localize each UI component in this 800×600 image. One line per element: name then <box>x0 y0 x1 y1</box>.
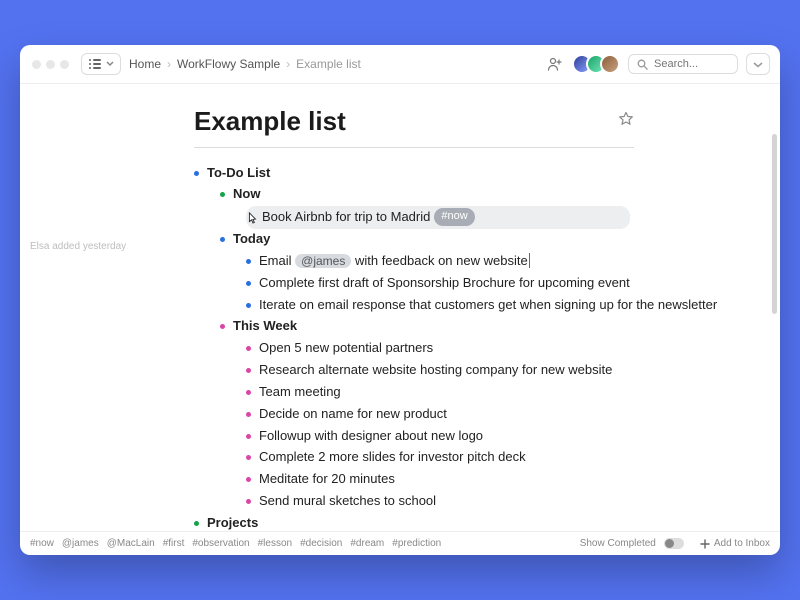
list-icon <box>88 58 102 70</box>
tag-link[interactable]: #dream <box>350 538 384 549</box>
outline-node[interactable]: This Week <box>220 316 780 338</box>
bullet-icon[interactable] <box>246 499 251 504</box>
tag-link[interactable]: #prediction <box>392 538 441 549</box>
breadcrumb-current: Example list <box>296 57 361 71</box>
node-text[interactable]: This Week <box>233 317 297 336</box>
inline-tag[interactable]: #now <box>434 208 474 226</box>
show-completed-label: Show Completed <box>580 538 656 549</box>
bullet-icon[interactable] <box>246 455 251 460</box>
chevron-right-icon: › <box>167 57 171 71</box>
outline-node[interactable]: Team meeting <box>246 381 780 403</box>
node-text[interactable]: Research alternate website hosting compa… <box>259 361 612 380</box>
page-title[interactable]: Example list <box>194 106 618 137</box>
node-text[interactable]: Now <box>233 185 260 204</box>
mention[interactable]: @james <box>295 254 351 268</box>
add-person-button[interactable] <box>546 55 564 73</box>
bullet-icon[interactable] <box>246 477 251 482</box>
outline-node[interactable]: To-Do List <box>194 162 780 184</box>
bullet-icon[interactable] <box>246 434 251 439</box>
avatar[interactable] <box>600 54 620 74</box>
star-icon <box>618 111 634 127</box>
tag-link[interactable]: @james <box>62 538 99 549</box>
presence-avatars[interactable] <box>572 54 620 74</box>
outline-node[interactable]: Complete 2 more slides for investor pitc… <box>246 447 780 469</box>
node-text[interactable]: Iterate on email response that customers… <box>259 296 717 315</box>
document-body: Example list Elsa added yesterday To-Do … <box>20 84 780 531</box>
outline-node[interactable]: Today <box>220 229 780 251</box>
add-to-inbox-button[interactable]: Add to Inbox <box>700 538 770 549</box>
outline-node[interactable]: Open 5 new potential partners <box>246 338 780 360</box>
plus-icon <box>700 539 710 549</box>
outline-node[interactable]: Iterate on email response that customers… <box>246 294 780 316</box>
bottom-bar: #now @james @MacLain #first #observation… <box>20 531 780 555</box>
bullet-icon[interactable] <box>246 368 251 373</box>
node-text[interactable]: Team meeting <box>259 383 341 402</box>
bullet-icon[interactable] <box>246 281 251 286</box>
tag-link[interactable]: #decision <box>300 538 342 549</box>
outline-node[interactable]: Meditate for 20 minutes <box>246 469 780 491</box>
bullet-icon[interactable] <box>246 346 251 351</box>
bullet-icon[interactable] <box>220 237 225 242</box>
node-text[interactable]: Today <box>233 230 270 249</box>
search-icon <box>637 59 648 70</box>
app-window: Home › WorkFlowy Sample › Example list <box>20 45 780 555</box>
traffic-close[interactable] <box>32 60 41 69</box>
tag-link[interactable]: #now <box>30 538 54 549</box>
bullet-icon[interactable] <box>246 303 251 308</box>
view-mode-button[interactable] <box>81 53 121 75</box>
show-completed-toggle[interactable] <box>664 538 684 549</box>
outline-node[interactable]: Now <box>220 184 780 206</box>
tag-link[interactable]: #first <box>163 538 185 549</box>
outline-node[interactable]: Projects <box>194 513 780 532</box>
tag-link[interactable]: #observation <box>192 538 249 549</box>
bullet-icon[interactable] <box>194 521 199 526</box>
outline-node-highlighted[interactable]: Book Airbnb for trip to Madrid #now <box>246 206 630 229</box>
bullet-icon[interactable] <box>220 192 225 197</box>
outline-node[interactable]: Complete first draft of Sponsorship Broc… <box>246 272 780 294</box>
chevron-down-icon <box>753 62 763 68</box>
star-button[interactable] <box>618 111 634 132</box>
breadcrumb: Home › WorkFlowy Sample › Example list <box>129 57 361 71</box>
breadcrumb-sample[interactable]: WorkFlowy Sample <box>177 57 280 71</box>
bullet-icon[interactable] <box>246 390 251 395</box>
more-menu-button[interactable] <box>746 53 770 75</box>
change-note: Elsa added yesterday <box>30 241 126 252</box>
outline-node[interactable]: Send mural sketches to school <box>246 491 780 513</box>
pointer-cursor-icon <box>246 212 258 226</box>
node-text[interactable]: Meditate for 20 minutes <box>259 470 395 489</box>
traffic-lights <box>30 60 73 69</box>
bullet-icon[interactable] <box>246 412 251 417</box>
node-text[interactable]: Book Airbnb for trip to Madrid <box>262 208 430 227</box>
node-text[interactable]: Open 5 new potential partners <box>259 339 433 358</box>
outline-node[interactable]: Followup with designer about new logo <box>246 425 780 447</box>
breadcrumb-home[interactable]: Home <box>129 57 161 71</box>
chevron-right-icon: › <box>286 57 290 71</box>
tag-link[interactable]: @MacLain <box>107 538 155 549</box>
top-bar: Home › WorkFlowy Sample › Example list <box>20 45 780 84</box>
node-text[interactable]: Email @james with feedback on new websit… <box>259 252 530 271</box>
node-text[interactable]: To-Do List <box>207 164 270 183</box>
add-to-inbox-label: Add to Inbox <box>714 538 770 549</box>
chevron-down-icon <box>106 61 114 67</box>
node-text[interactable]: Complete first draft of Sponsorship Broc… <box>259 274 630 293</box>
node-text[interactable]: Projects <box>207 514 258 531</box>
search-input[interactable] <box>654 58 724 70</box>
tag-shortcuts: #now @james @MacLain #first #observation… <box>30 538 441 549</box>
outline-node[interactable]: Research alternate website hosting compa… <box>246 360 780 382</box>
node-text[interactable]: Decide on name for new product <box>259 405 447 424</box>
outline-node[interactable]: Decide on name for new product <box>246 403 780 425</box>
bullet-icon[interactable] <box>194 171 199 176</box>
bullet-icon[interactable] <box>246 259 251 264</box>
person-plus-icon <box>547 57 563 71</box>
outline-node[interactable]: Email @james with feedback on new websit… <box>246 250 780 272</box>
outline[interactable]: Elsa added yesterday To-Do List Now Book… <box>20 162 780 531</box>
bullet-icon[interactable] <box>220 324 225 329</box>
tag-link[interactable]: #lesson <box>258 538 292 549</box>
node-text[interactable]: Send mural sketches to school <box>259 492 436 511</box>
node-text[interactable]: Complete 2 more slides for investor pitc… <box>259 448 526 467</box>
search-box[interactable] <box>628 54 738 74</box>
node-text[interactable]: Followup with designer about new logo <box>259 427 483 446</box>
traffic-max[interactable] <box>60 60 69 69</box>
traffic-min[interactable] <box>46 60 55 69</box>
